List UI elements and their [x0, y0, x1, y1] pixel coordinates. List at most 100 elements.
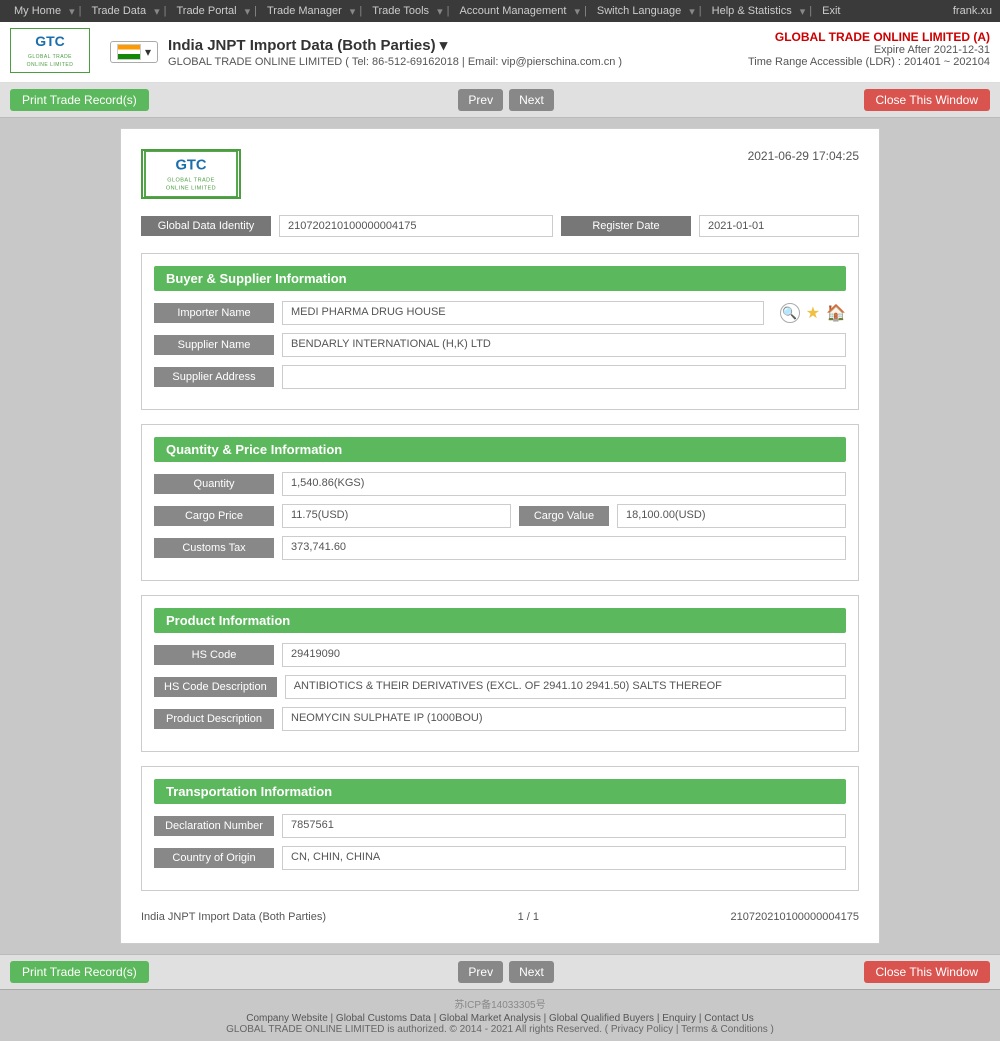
cargo-price-value: 11.75(USD): [282, 504, 511, 528]
close-button-top[interactable]: Close This Window: [864, 89, 990, 111]
country-flag-selector[interactable]: ▾: [110, 41, 158, 63]
footer-link-company[interactable]: Company Website: [246, 1013, 328, 1024]
print-button-top[interactable]: Print Trade Record(s): [10, 89, 149, 111]
hs-code-value: 29419090: [282, 643, 846, 667]
footer-record-id: 210720210100000004175: [731, 911, 859, 923]
product-header: Product Information: [154, 608, 846, 633]
close-button-bottom[interactable]: Close This Window: [864, 961, 990, 983]
product-desc-label: Product Description: [154, 709, 274, 729]
card-logo-svg: GTC GLOBAL TRADE ONLINE LIMITED: [141, 151, 241, 197]
register-date-label: Register Date: [561, 216, 691, 236]
print-button-bottom[interactable]: Print Trade Record(s): [10, 961, 149, 983]
customs-tax-row: Customs Tax 373,741.60: [154, 536, 846, 560]
username-display: frank.xu: [953, 5, 992, 17]
hs-code-desc-row: HS Code Description ANTIBIOTICS & THEIR …: [154, 675, 846, 699]
country-of-origin-value: CN, CHIN, CHINA: [282, 846, 846, 870]
prev-button-bottom[interactable]: Prev: [458, 961, 503, 983]
nav-my-home[interactable]: My Home: [8, 3, 67, 19]
header: GTC GLOBAL TRADE ONLINE LIMITED ▾ India …: [0, 22, 1000, 83]
quantity-row: Quantity 1,540.86(KGS): [154, 472, 846, 496]
page-footer: 苏ICP备14033305号 Company Website | Global …: [0, 989, 1000, 1041]
register-date-value: 2021-01-01: [699, 215, 859, 237]
flag-dropdown-arrow: ▾: [145, 45, 151, 59]
nav-switch-language[interactable]: Switch Language: [591, 3, 687, 19]
importer-name-value: MEDI PHARMA DRUG HOUSE: [282, 301, 764, 325]
copyright-text: GLOBAL TRADE ONLINE LIMITED is authorize…: [10, 1024, 990, 1035]
star-icon[interactable]: ★: [806, 303, 820, 323]
footer-link-buyers[interactable]: Global Qualified Buyers: [549, 1013, 654, 1024]
importer-icons: 🔍 ★ 🏠: [780, 303, 846, 323]
global-data-identity-label: Global Data Identity: [141, 216, 271, 236]
svg-text:GLOBAL TRADE: GLOBAL TRADE: [167, 177, 215, 183]
bottom-toolbar: Print Trade Record(s) Prev Next Close Th…: [0, 954, 1000, 989]
cargo-value-value: 18,100.00(USD): [617, 504, 846, 528]
card-footer: India JNPT Import Data (Both Parties) 1 …: [141, 905, 859, 923]
country-of-origin-row: Country of Origin CN, CHIN, CHINA: [154, 846, 846, 870]
svg-text:GTC: GTC: [35, 33, 65, 49]
nav-trade-manager[interactable]: Trade Manager: [261, 3, 348, 19]
supplier-address-row: Supplier Address: [154, 365, 846, 389]
svg-text:ONLINE LIMITED: ONLINE LIMITED: [27, 62, 74, 68]
svg-text:GTC: GTC: [175, 157, 206, 173]
footer-link-market[interactable]: Global Market Analysis: [439, 1013, 541, 1024]
footer-links: Company Website | Global Customs Data | …: [10, 1013, 990, 1024]
nav-help-statistics[interactable]: Help & Statistics: [706, 3, 798, 19]
card-logo: GTC GLOBAL TRADE ONLINE LIMITED: [141, 149, 241, 199]
next-button-bottom[interactable]: Next: [509, 961, 554, 983]
account-range: Time Range Accessible (LDR) : 201401 ~ 2…: [748, 56, 990, 68]
search-icon[interactable]: 🔍: [780, 303, 800, 323]
card-header: GTC GLOBAL TRADE ONLINE LIMITED 2021-06-…: [141, 149, 859, 199]
quantity-value: 1,540.86(KGS): [282, 472, 846, 496]
main-content: GTC GLOBAL TRADE ONLINE LIMITED 2021-06-…: [0, 118, 1000, 954]
product-desc-row: Product Description NEOMYCIN SULPHATE IP…: [154, 707, 846, 731]
supplier-name-value: BENDARLY INTERNATIONAL (H,K) LTD: [282, 333, 846, 357]
global-data-identity-value: 210720210100000004175: [279, 215, 553, 237]
nav-account-management[interactable]: Account Management: [453, 3, 572, 19]
india-flag: [117, 44, 141, 60]
supplier-name-label: Supplier Name: [154, 335, 274, 355]
prev-button-top[interactable]: Prev: [458, 89, 503, 111]
footer-link-contact[interactable]: Contact Us: [704, 1013, 753, 1024]
nav-trade-portal[interactable]: Trade Portal: [170, 3, 242, 19]
cargo-price-row: Cargo Price 11.75(USD) Cargo Value 18,10…: [154, 504, 846, 528]
importer-name-label: Importer Name: [154, 303, 274, 323]
footer-link-customs[interactable]: Global Customs Data: [336, 1013, 431, 1024]
account-info: GLOBAL TRADE ONLINE LIMITED (A) Expire A…: [748, 30, 990, 68]
cargo-value-label: Cargo Value: [519, 506, 609, 526]
top-navigation: My Home ▾ | Trade Data ▾ | Trade Portal …: [0, 0, 1000, 22]
next-button-top[interactable]: Next: [509, 89, 554, 111]
supplier-name-row: Supplier Name BENDARLY INTERNATIONAL (H,…: [154, 333, 846, 357]
nav-exit[interactable]: Exit: [816, 3, 846, 19]
declaration-number-value: 7857561: [282, 814, 846, 838]
supplier-address-value: [282, 365, 846, 389]
declaration-number-row: Declaration Number 7857561: [154, 814, 846, 838]
supplier-address-label: Supplier Address: [154, 367, 274, 387]
nav-items: My Home ▾ | Trade Data ▾ | Trade Portal …: [8, 3, 846, 19]
svg-text:GLOBAL TRADE: GLOBAL TRADE: [28, 54, 72, 60]
hs-code-desc-value: ANTIBIOTICS & THEIR DERIVATIVES (EXCL. O…: [285, 675, 846, 699]
record-card: GTC GLOBAL TRADE ONLINE LIMITED 2021-06-…: [120, 128, 880, 944]
buyer-supplier-section: Buyer & Supplier Information Importer Na…: [141, 253, 859, 410]
customs-tax-label: Customs Tax: [154, 538, 274, 558]
account-company: GLOBAL TRADE ONLINE LIMITED (A): [748, 30, 990, 44]
cargo-price-label: Cargo Price: [154, 506, 274, 526]
importer-name-row: Importer Name MEDI PHARMA DRUG HOUSE 🔍 ★…: [154, 301, 846, 325]
svg-text:ONLINE LIMITED: ONLINE LIMITED: [166, 186, 216, 192]
gtc-logo-svg: GTC GLOBAL TRADE ONLINE LIMITED: [10, 28, 90, 73]
quantity-price-section: Quantity & Price Information Quantity 1,…: [141, 424, 859, 581]
nav-trade-data[interactable]: Trade Data: [85, 3, 152, 19]
home-icon[interactable]: 🏠: [826, 303, 846, 323]
logo: GTC GLOBAL TRADE ONLINE LIMITED: [10, 28, 90, 76]
icp-number: 苏ICP备14033305号: [10, 996, 990, 1011]
footer-link-enquiry[interactable]: Enquiry: [662, 1013, 696, 1024]
product-section: Product Information HS Code 29419090 HS …: [141, 595, 859, 752]
global-data-identity-row: Global Data Identity 2107202101000000041…: [141, 215, 859, 237]
product-desc-value: NEOMYCIN SULPHATE IP (1000BOU): [282, 707, 846, 731]
record-datetime: 2021-06-29 17:04:25: [748, 149, 859, 163]
transportation-section: Transportation Information Declaration N…: [141, 766, 859, 891]
footer-record-type: India JNPT Import Data (Both Parties): [141, 911, 326, 923]
quantity-label: Quantity: [154, 474, 274, 494]
top-toolbar: Print Trade Record(s) Prev Next Close Th…: [0, 83, 1000, 118]
footer-page-info: 1 / 1: [518, 911, 539, 923]
nav-trade-tools[interactable]: Trade Tools: [366, 3, 435, 19]
